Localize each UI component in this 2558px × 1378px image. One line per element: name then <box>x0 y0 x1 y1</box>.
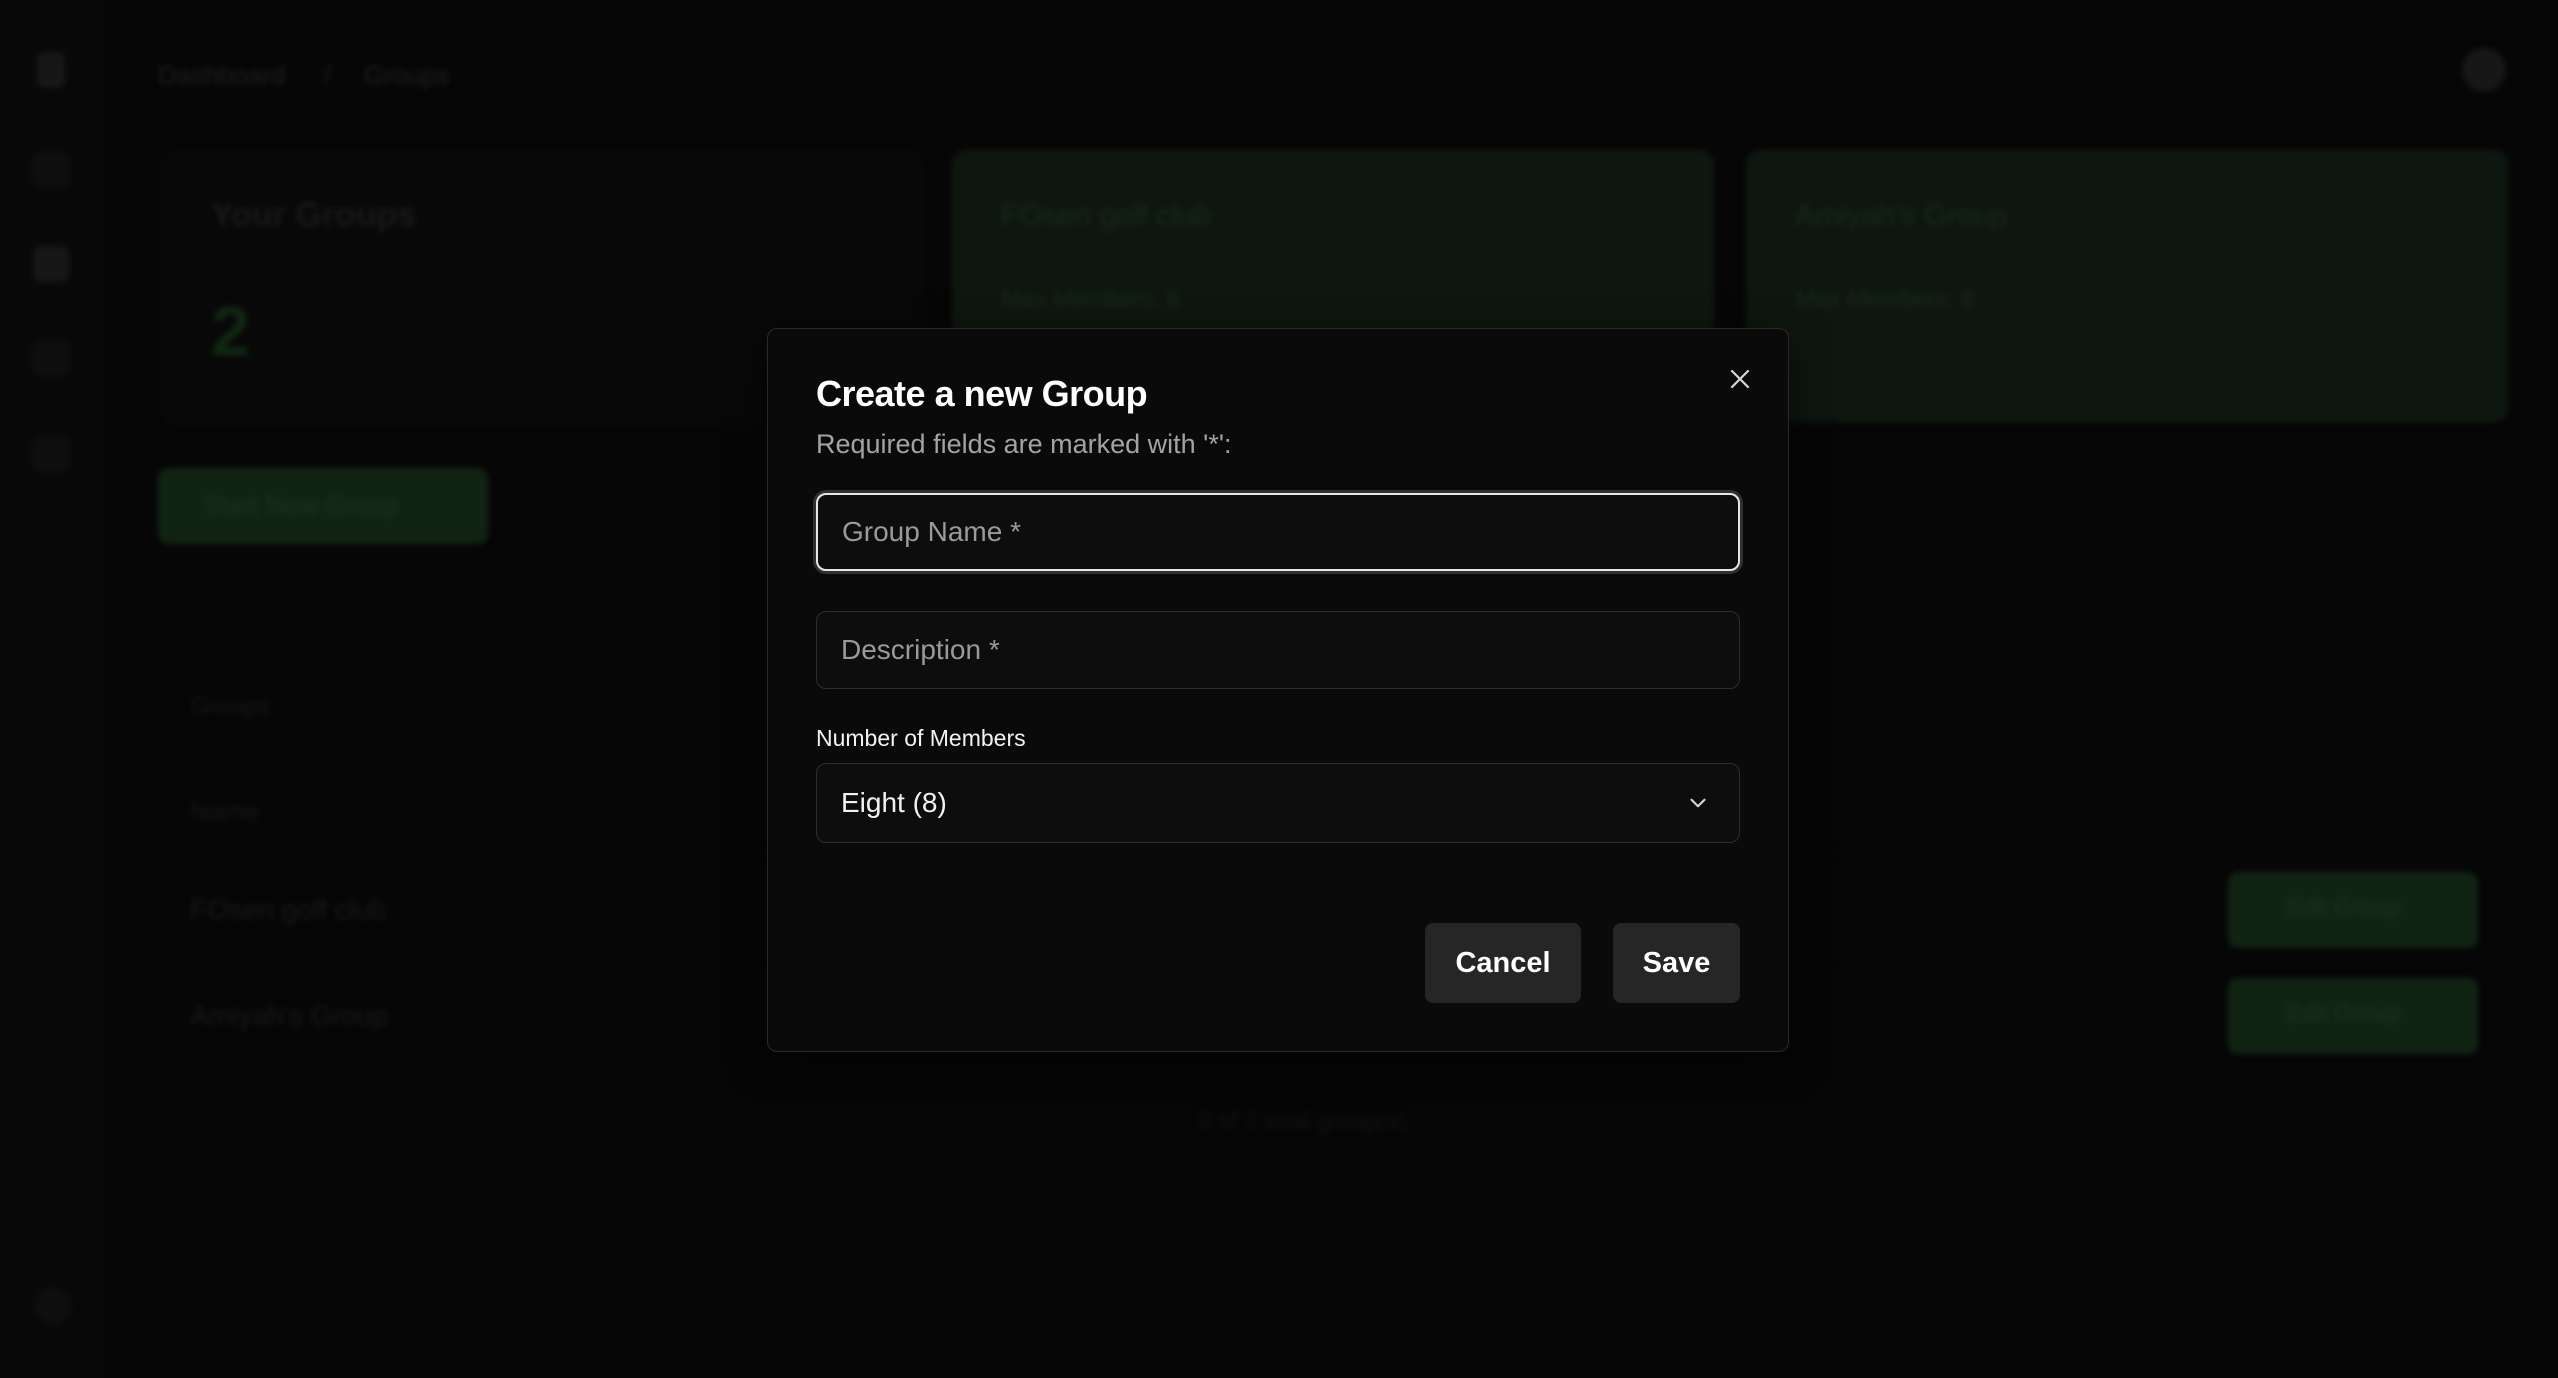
group-name-input[interactable] <box>816 493 1740 571</box>
save-button[interactable]: Save <box>1613 923 1740 1003</box>
members-select-value: Eight (8) <box>841 787 947 818</box>
create-group-dialog: Create a new Group Required fields are m… <box>767 328 1789 1052</box>
members-select[interactable]: Eight (8) <box>816 763 1740 843</box>
chevron-down-icon <box>1690 798 1706 808</box>
close-button[interactable] <box>1720 359 1760 399</box>
close-icon <box>1730 369 1750 389</box>
cancel-button[interactable]: Cancel <box>1425 923 1581 1003</box>
members-label: Number of Members <box>816 725 1026 751</box>
dialog-title: Create a new Group <box>816 373 1148 414</box>
description-input[interactable] <box>816 611 1740 689</box>
dialog-subtitle: Required fields are marked with '*': <box>816 429 1232 459</box>
